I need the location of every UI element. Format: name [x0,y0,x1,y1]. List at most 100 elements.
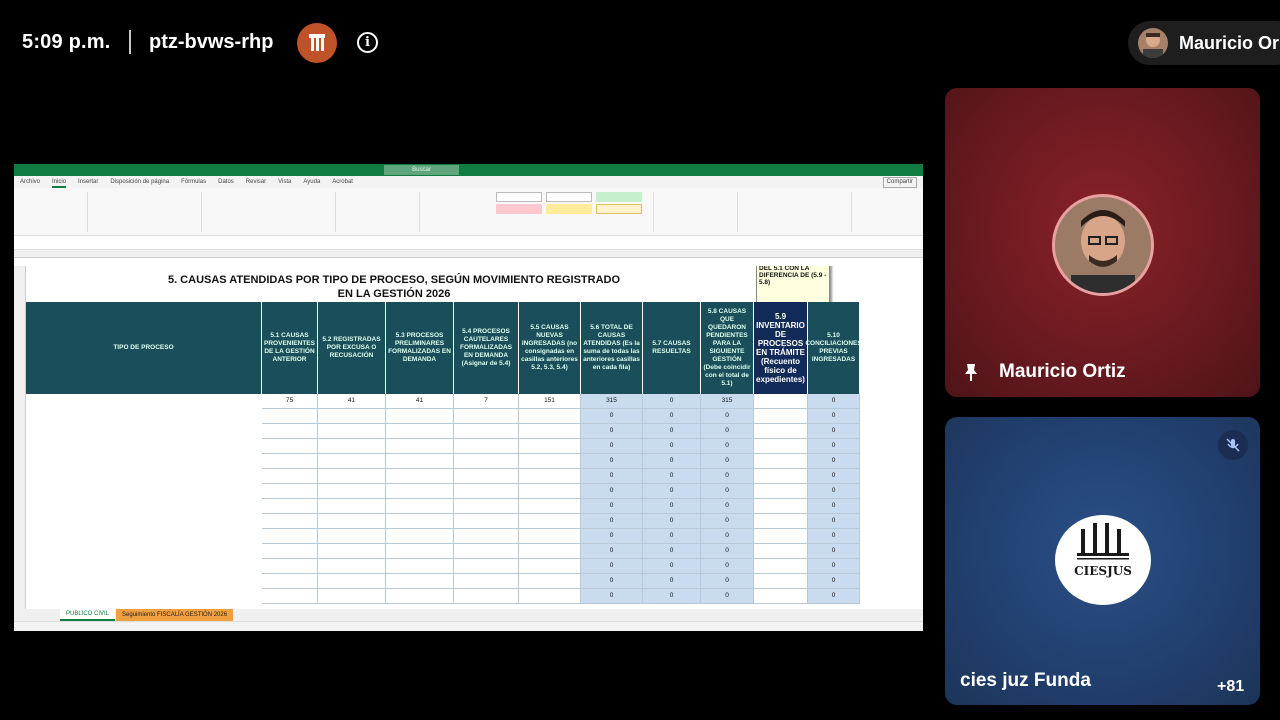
table-cell[interactable]: 0 [808,409,860,424]
table-cell[interactable]: 0 [701,499,754,514]
table-cell[interactable] [454,514,519,529]
tab-revisar[interactable]: Revisar [246,176,266,188]
table-cell[interactable] [386,424,454,439]
table-cell[interactable]: 0 [701,409,754,424]
table-cell[interactable]: 0 [701,514,754,529]
tab-archivo[interactable]: Archivo [20,176,40,188]
table-cell[interactable] [386,484,454,499]
tab-ayuda[interactable]: Ayuda [303,176,320,188]
font-group[interactable] [92,192,202,232]
table-cell[interactable] [262,469,318,484]
table-cell[interactable] [754,439,808,454]
table-cell[interactable] [454,589,519,604]
table-cell[interactable]: 0 [808,589,860,604]
table-cell[interactable] [519,514,581,529]
table-cell[interactable] [262,589,318,604]
table-cell[interactable] [262,574,318,589]
table-cell[interactable]: 0 [808,559,860,574]
table-cell[interactable]: 0 [581,424,643,439]
table-cell[interactable] [519,484,581,499]
table-cell[interactable] [754,529,808,544]
info-icon[interactable]: i [357,32,378,53]
table-cell[interactable] [386,544,454,559]
cell-5-5[interactable]: 151 [519,394,581,409]
table-cell[interactable] [519,499,581,514]
table-cell[interactable] [754,424,808,439]
table-cell[interactable]: 0 [808,544,860,559]
table-cell[interactable]: 0 [808,514,860,529]
tab-vista[interactable]: Vista [278,176,291,188]
table-cell[interactable]: 0 [701,424,754,439]
table-cell[interactable] [318,454,386,469]
tab-acrobat[interactable]: Acrobat [332,176,353,188]
presentation-icon[interactable] [297,23,337,63]
table-cell[interactable] [454,424,519,439]
table-cell[interactable] [754,409,808,424]
number-group[interactable] [340,192,420,232]
table-cell[interactable]: 0 [808,574,860,589]
table-cell[interactable] [454,529,519,544]
styles-group[interactable] [424,192,654,232]
table-cell[interactable] [318,424,386,439]
table-cell[interactable]: 0 [643,589,701,604]
cell-5-3[interactable]: 41 [386,394,454,409]
table-cell[interactable] [754,454,808,469]
active-speaker-chip[interactable]: Mauricio Or [1128,21,1280,65]
table-cell[interactable] [454,439,519,454]
style-normal[interactable] [496,192,542,202]
table-cell[interactable] [754,499,808,514]
table-cell[interactable] [318,409,386,424]
table-cell[interactable] [318,469,386,484]
style-good[interactable] [596,192,642,202]
table-cell[interactable] [262,514,318,529]
table-cell[interactable]: 0 [581,574,643,589]
cell-5-9[interactable] [754,394,808,409]
table-cell[interactable] [262,559,318,574]
table-cell[interactable] [754,574,808,589]
table-cell[interactable]: 0 [701,484,754,499]
table-cell[interactable]: 0 [701,559,754,574]
table-cell[interactable]: 0 [701,529,754,544]
table-cell[interactable]: 0 [643,409,701,424]
table-cell[interactable] [754,484,808,499]
table-cell[interactable] [454,499,519,514]
table-cell[interactable]: 0 [581,544,643,559]
table-cell[interactable]: 0 [808,439,860,454]
table-cell[interactable] [454,469,519,484]
cell-5-1[interactable]: 75 [262,394,318,409]
style-calc[interactable] [596,204,642,214]
pin-icon[interactable] [962,362,980,382]
table-cell[interactable] [262,454,318,469]
table-cell[interactable] [262,499,318,514]
table-cell[interactable] [386,574,454,589]
table-cell[interactable] [754,559,808,574]
table-cell[interactable] [318,559,386,574]
table-cell[interactable]: 0 [808,529,860,544]
alignment-group[interactable] [206,192,336,232]
table-cell[interactable] [519,559,581,574]
table-cell[interactable] [519,454,581,469]
table-cell[interactable]: 0 [701,589,754,604]
participant-tile-mauricio[interactable]: Mauricio Ortiz [945,88,1260,397]
table-cell[interactable] [262,484,318,499]
addins-group[interactable] [856,192,916,232]
tab-insertar[interactable]: Insertar [78,176,98,188]
table-cell[interactable] [318,484,386,499]
table-cell[interactable]: 0 [643,484,701,499]
table-cell[interactable]: 0 [581,559,643,574]
table-cell[interactable]: 0 [701,454,754,469]
table-cell[interactable] [318,529,386,544]
clipboard-group[interactable] [18,192,88,232]
table-cell[interactable] [519,529,581,544]
share-button[interactable]: Compartir [882,177,917,188]
table-cell[interactable] [386,499,454,514]
table-cell[interactable] [754,544,808,559]
cell-5-4[interactable]: 7 [454,394,519,409]
table-cell[interactable]: 0 [643,499,701,514]
table-cell[interactable] [386,529,454,544]
table-cell[interactable] [754,589,808,604]
table-cell[interactable]: 0 [581,439,643,454]
table-cell[interactable] [519,589,581,604]
table-cell[interactable] [318,574,386,589]
table-cell[interactable]: 0 [701,469,754,484]
